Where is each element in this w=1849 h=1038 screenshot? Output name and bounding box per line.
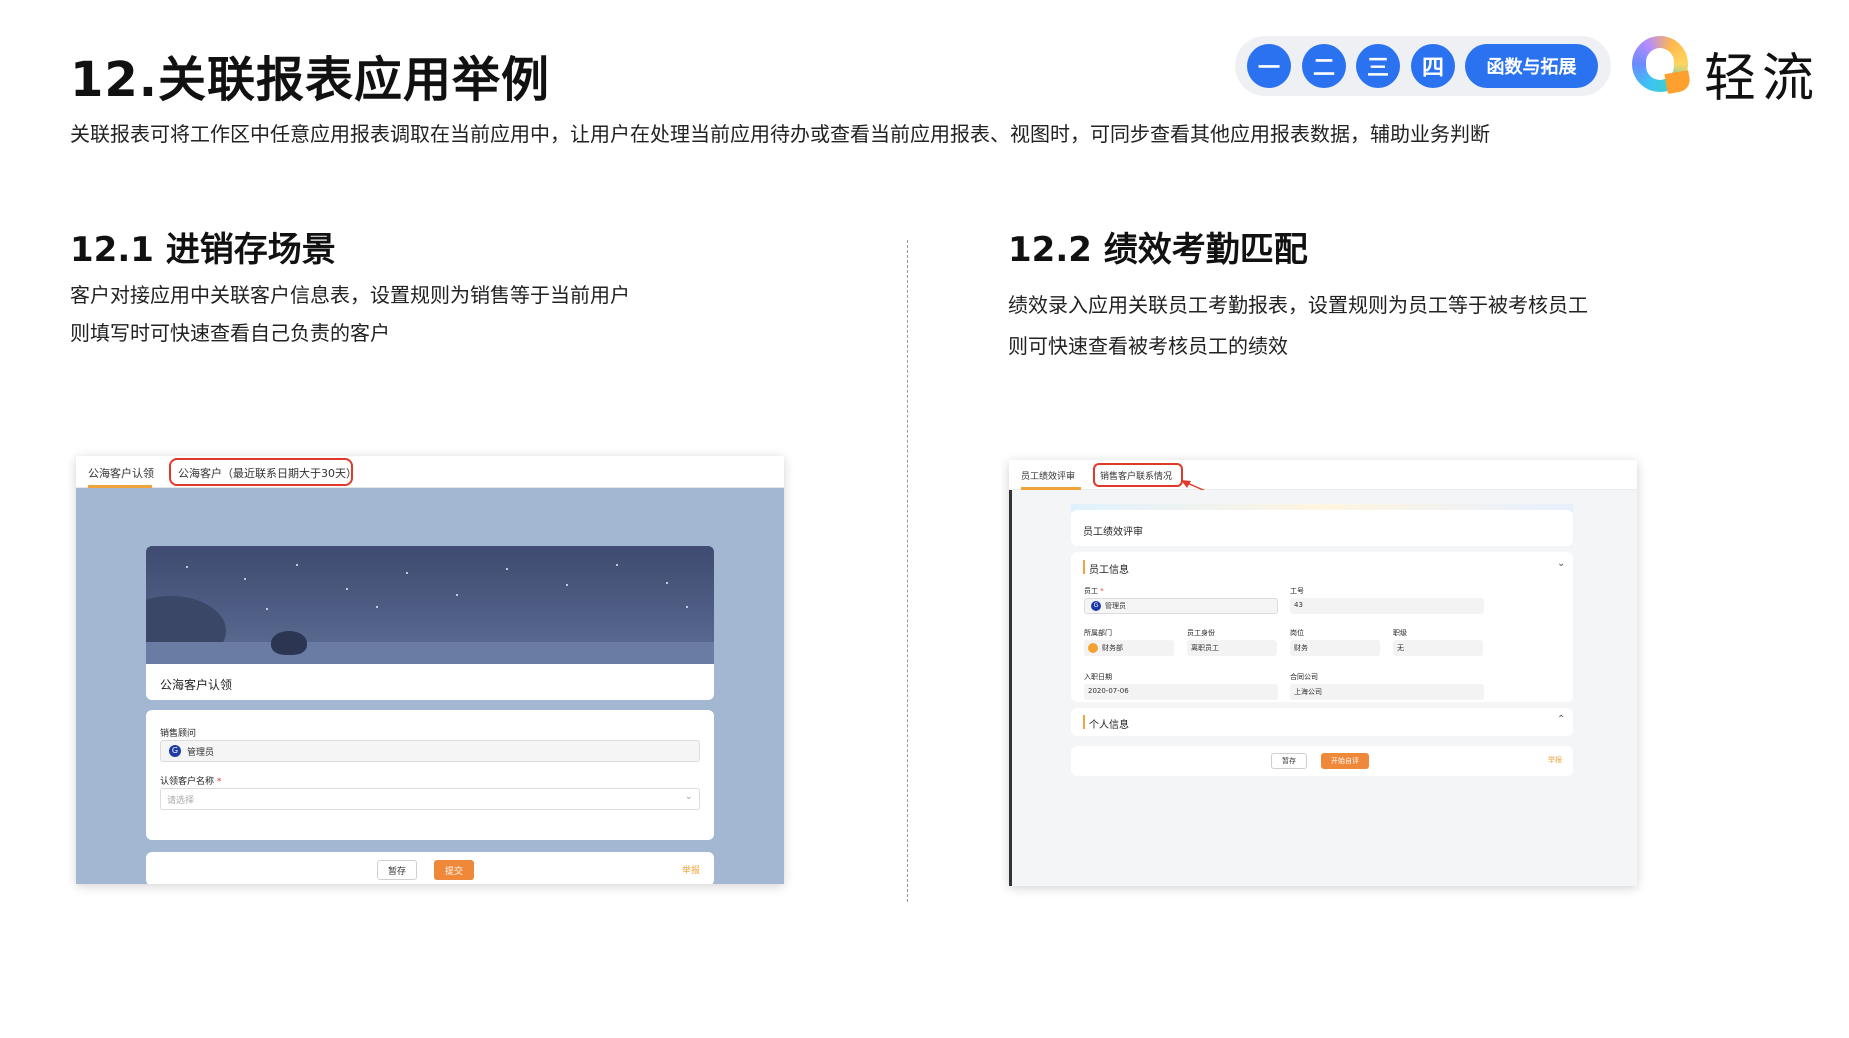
chevron-up-icon[interactable]: ⌃ [1557,714,1565,725]
post-field[interactable]: 财务 [1290,640,1380,656]
employee-field[interactable]: G 管理员 [1084,598,1278,614]
nav-functions-extensions[interactable]: 函数与拓展 [1465,44,1598,88]
tab-public-customer-claim[interactable]: 公海客户认领 [88,465,154,481]
nav-chapter-3[interactable]: 三 [1356,44,1400,88]
hire-date-field[interactable]: 2020-07-06 [1084,684,1278,700]
report-link[interactable]: 举报 [682,863,700,876]
save-draft-button[interactable]: 暂存 [377,860,417,880]
left-section-title: 12.1 进销存场景 [70,230,336,270]
department-field[interactable]: 财务部 [1084,640,1174,656]
employee-info-card: 员工信息 ⌄ 员工 * G 管理员 工号 43 所属部门 财务部 员工身份 离职… [1071,552,1573,702]
rank-field[interactable]: 无 [1393,640,1483,656]
page-description: 关联报表可将工作区中任意应用报表调取在当前应用中，让用户在处理当前应用待办或查看… [70,122,1490,146]
nav-chapter-4[interactable]: 四 [1411,44,1455,88]
form-title-card: 公海客户认领 [146,664,714,700]
employee-id-field[interactable]: 43 [1290,598,1484,614]
right-form-area: 员工绩效评审 员工信息 ⌄ 员工 * G 管理员 工号 43 所属部门 财务部 [1009,490,1637,886]
night-scene-banner [146,546,714,664]
identity-field[interactable]: 离职员工 [1187,640,1277,656]
left-section-line-2: 则填写时可快速查看自己负责的客户 [70,321,390,345]
right-screenshot: 员工绩效评审 销售客户联系情况 员工绩效评审 员工信息 ⌄ 员工 * G 管理员… [1009,460,1637,886]
employee-info-header: 员工信息 [1089,565,1129,576]
claim-customer-label: 认领客户名称 [160,777,215,787]
department-label: 所属部门 [1084,629,1112,637]
contract-company-field[interactable]: 上海公司 [1290,684,1484,700]
logo-text: 轻流 [1704,49,1821,109]
page-title: 12.关联报表应用举例 [70,52,551,108]
user-avatar-icon: G [1091,601,1101,611]
form-title-card: 员工绩效评审 [1071,510,1573,546]
brand-logo: 轻流 [1632,36,1832,109]
personal-info-header: 个人信息 [1089,720,1129,731]
contract-company-label: 合同公司 [1290,673,1318,681]
nav-chapter-1[interactable]: 一 [1247,44,1291,88]
tab-performance-review[interactable]: 员工绩效评审 [1021,469,1075,482]
employee-id-label: 工号 [1290,587,1304,595]
form-actions-card: 暂存 提交 举报 [146,852,714,884]
post-label: 岗位 [1290,629,1304,637]
right-section-line-2: 则可快速查看被考核员工的绩效 [1008,334,1288,358]
hire-date-label: 入职日期 [1084,673,1112,681]
user-avatar-icon: G [169,745,181,757]
employee-label: 员工 [1084,587,1098,595]
nav-chapter-2[interactable]: 二 [1302,44,1346,88]
right-section-title: 12.2 绩效考勤匹配 [1008,230,1308,270]
sales-advisor-field[interactable]: G 管理员 [160,740,700,762]
left-screenshot: 公海客户认领 公海客户（最近联系日期大于30天） 公海客户认领 销售顾问 G 管… [76,456,784,884]
claim-customer-select[interactable]: 请选择 ⌄ [160,788,700,810]
save-draft-button[interactable]: 暂存 [1271,753,1307,769]
right-section-line-1: 绩效录入应用关联员工考勤报表，设置规则为员工等于被考核员工 [1008,293,1588,317]
form-title: 员工绩效评审 [1083,527,1143,538]
left-form-area: 公海客户认领 销售顾问 G 管理员 认领客户名称 * 请选择 ⌄ 暂存 提交 举… [76,488,784,884]
chevron-down-icon[interactable]: ⌄ [1557,558,1565,569]
report-link[interactable]: 举报 [1548,755,1562,765]
highlight-box [1093,463,1183,487]
chapter-nav: 一 二 三 四 函数与拓展 [1235,36,1611,96]
left-section-line-1: 客户对接应用中关联客户信息表，设置规则为销售等于当前用户 [70,283,630,307]
form-fields-card: 销售顾问 G 管理员 认领客户名称 * 请选择 ⌄ [146,710,714,840]
identity-label: 员工身份 [1187,629,1215,637]
form-title: 公海客户认领 [160,678,233,692]
rank-label: 职级 [1393,629,1407,637]
section-divider [907,240,908,902]
start-self-review-button[interactable]: 开始自评 [1321,753,1369,769]
highlight-box [169,458,353,486]
form-actions-card: 暂存 开始自评 举报 [1071,746,1573,776]
personal-info-card: 个人信息 ⌃ [1071,708,1573,736]
department-icon [1088,643,1098,653]
sales-advisor-label: 销售顾问 [160,729,197,739]
submit-button[interactable]: 提交 [434,860,474,880]
chevron-down-icon: ⌄ [685,792,693,802]
